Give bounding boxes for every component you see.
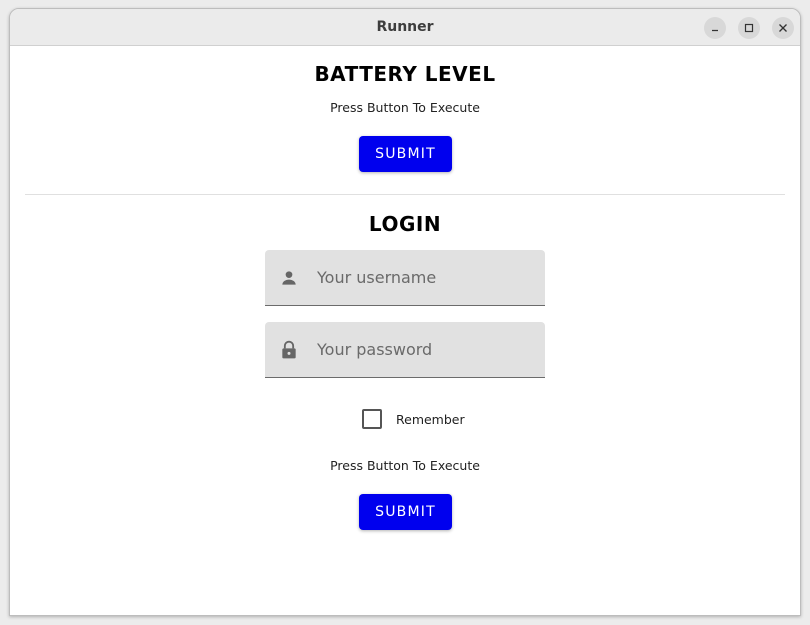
login-heading: LOGIN [368, 212, 442, 236]
password-field[interactable] [265, 322, 545, 378]
remember-label: Remember [396, 411, 465, 427]
login-submit-button[interactable]: SUBMIT [359, 494, 452, 530]
username-field[interactable] [265, 250, 545, 306]
person-icon [282, 271, 296, 285]
remember-checkbox[interactable] [362, 409, 382, 429]
maximize-button[interactable] [738, 17, 760, 39]
section-divider [25, 194, 785, 195]
battery-caption: Press Button To Execute [330, 100, 480, 115]
minimize-icon [712, 29, 718, 32]
maximize-icon [744, 23, 754, 33]
app-window: Runner BATTERY LEVEL Press Button To Exe… [9, 8, 801, 616]
password-input[interactable] [317, 322, 537, 377]
main-content: BATTERY LEVEL Press Button To Execute SU… [10, 46, 800, 615]
close-icon [779, 24, 787, 32]
battery-submit-button[interactable]: SUBMIT [359, 136, 452, 172]
title-bar[interactable]: Runner [10, 9, 800, 46]
lock-icon [282, 340, 296, 359]
remember-row: Remember [362, 408, 465, 430]
window-title: Runner [376, 19, 434, 35]
username-input[interactable] [317, 250, 537, 305]
close-button[interactable] [772, 17, 794, 39]
login-caption: Press Button To Execute [330, 458, 480, 473]
battery-heading: BATTERY LEVEL [314, 62, 496, 86]
minimize-button[interactable] [704, 17, 726, 39]
